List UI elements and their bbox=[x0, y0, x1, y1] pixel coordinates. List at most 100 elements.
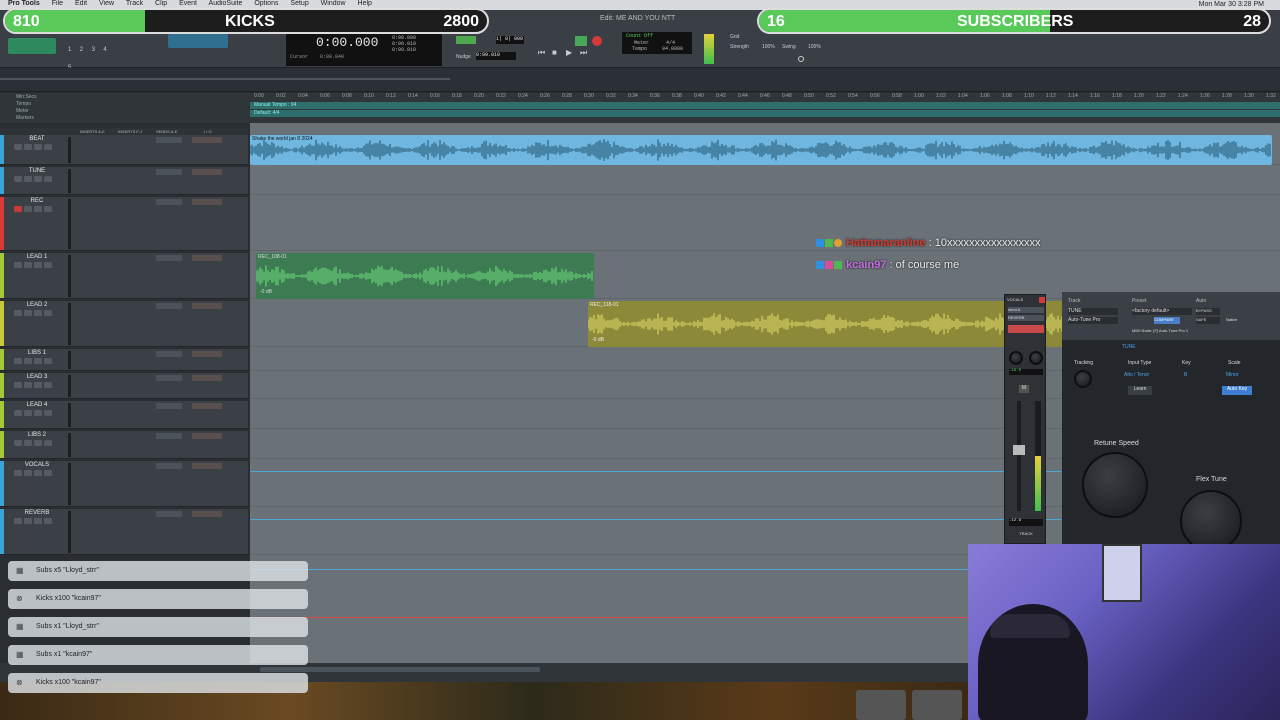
record-enable-button[interactable] bbox=[14, 144, 22, 150]
plugin-track-select[interactable]: TUNE bbox=[1068, 308, 1118, 315]
solo-button[interactable] bbox=[34, 262, 42, 268]
io-selector[interactable] bbox=[192, 463, 222, 469]
dock-music-icon[interactable] bbox=[856, 690, 906, 720]
clip-lead1[interactable]: REC_108-01 -0 dB bbox=[256, 253, 594, 299]
tracking-knob[interactable] bbox=[1074, 370, 1092, 388]
mixer-insert[interactable]: send A bbox=[1008, 307, 1044, 313]
universe-view[interactable] bbox=[0, 68, 1280, 92]
input-type-select[interactable]: Alto / Tenor bbox=[1124, 372, 1149, 378]
solo-button[interactable] bbox=[34, 176, 42, 182]
menu-help[interactable]: Help bbox=[358, 0, 372, 7]
track-header-reverb[interactable]: REVERB bbox=[0, 509, 248, 555]
mute-button[interactable] bbox=[44, 358, 52, 364]
mixer-safe-buttons[interactable] bbox=[1008, 325, 1044, 333]
auto-key-button[interactable]: Auto Key bbox=[1222, 386, 1252, 395]
menu-file[interactable]: File bbox=[52, 0, 63, 7]
tempo-ruler[interactable]: Manual Tempo : 94 bbox=[250, 102, 1280, 109]
mute-button[interactable] bbox=[44, 440, 52, 446]
input-monitor-button[interactable] bbox=[24, 410, 32, 416]
input-monitor-button[interactable] bbox=[24, 358, 32, 364]
menu-window[interactable]: Window bbox=[321, 0, 346, 7]
solo-button[interactable] bbox=[34, 310, 42, 316]
ruler-minsecs[interactable]: Min:Secs bbox=[16, 94, 37, 100]
tempo-value[interactable]: 94.0000 bbox=[662, 46, 683, 52]
scale-select[interactable]: Minor bbox=[1226, 372, 1239, 378]
mute-button[interactable] bbox=[44, 176, 52, 182]
mixer-send[interactable]: REVERB bbox=[1008, 315, 1044, 321]
mute-button[interactable] bbox=[44, 470, 52, 476]
bypass-button[interactable]: BYPASS bbox=[1196, 308, 1220, 315]
track-name[interactable]: LEAD 1 bbox=[14, 254, 60, 260]
pan-knob-right[interactable] bbox=[1029, 351, 1043, 365]
mute-button[interactable] bbox=[44, 144, 52, 150]
track-name[interactable]: BEAT bbox=[14, 136, 60, 142]
io-selector[interactable] bbox=[192, 351, 222, 357]
send-slot[interactable] bbox=[156, 137, 182, 143]
fader-handle[interactable] bbox=[1013, 445, 1025, 455]
send-slot[interactable] bbox=[156, 303, 182, 309]
input-monitor-button[interactable] bbox=[24, 176, 32, 182]
close-icon[interactable] bbox=[1039, 297, 1045, 303]
track-name[interactable]: LEAD 4 bbox=[14, 402, 60, 408]
strength-value[interactable]: 100% bbox=[762, 44, 775, 50]
input-monitor-button[interactable] bbox=[24, 144, 32, 150]
play-icon[interactable]: ▶ bbox=[566, 48, 572, 57]
pan-knob-left[interactable] bbox=[1009, 351, 1023, 365]
mute-button[interactable] bbox=[44, 382, 52, 388]
solo-button[interactable] bbox=[34, 382, 42, 388]
track-header-vocals[interactable]: VOCALS bbox=[0, 461, 248, 507]
zoom-preset-1[interactable]: 1 bbox=[68, 47, 71, 53]
record-enable-button[interactable] bbox=[14, 206, 22, 212]
edit-tools[interactable] bbox=[168, 34, 228, 48]
track-name[interactable]: VOCALS bbox=[14, 462, 60, 468]
record-button[interactable] bbox=[592, 36, 602, 46]
rewind-icon[interactable]: ⏮ bbox=[538, 48, 545, 58]
solo-button[interactable] bbox=[34, 144, 42, 150]
flex-tune-knob[interactable] bbox=[1180, 490, 1242, 552]
solo-button[interactable] bbox=[34, 206, 42, 212]
menu-clip[interactable]: Clip bbox=[155, 0, 167, 7]
io-selector[interactable] bbox=[192, 403, 222, 409]
record-enable-button[interactable] bbox=[14, 518, 22, 524]
record-enable-button[interactable] bbox=[14, 440, 22, 446]
send-slot[interactable] bbox=[156, 403, 182, 409]
track-header-beat[interactable]: BEAT bbox=[0, 135, 248, 165]
mute-button[interactable] bbox=[44, 206, 52, 212]
io-selector[interactable] bbox=[192, 303, 222, 309]
input-monitor-button[interactable] bbox=[24, 206, 32, 212]
meter-ruler[interactable]: Default: 4/4 bbox=[250, 110, 1280, 117]
menu-audiosuite[interactable]: AudioSuite bbox=[209, 0, 243, 7]
mute-button[interactable] bbox=[44, 310, 52, 316]
solo-button[interactable] bbox=[34, 410, 42, 416]
plugin-preset-select[interactable]: <factory default> bbox=[1132, 308, 1192, 315]
dock-app-icon[interactable] bbox=[912, 690, 962, 720]
input-monitor-button[interactable] bbox=[24, 518, 32, 524]
track-name[interactable]: LEAD 3 bbox=[14, 374, 60, 380]
ruler-meter[interactable]: Meter bbox=[16, 108, 29, 114]
io-selector[interactable] bbox=[192, 199, 222, 205]
send-slot[interactable] bbox=[156, 199, 182, 205]
record-enable-button[interactable] bbox=[14, 382, 22, 388]
timeline-rulers[interactable]: 0:00 0:02 0:04 0:06 0:08 0:10 0:12 0:14 0:16 0:18… bbox=[250, 93, 1280, 123]
zoom-preset-3[interactable]: 3 bbox=[92, 47, 95, 53]
send-slot[interactable] bbox=[156, 433, 182, 439]
stop-icon[interactable]: ■ bbox=[552, 48, 557, 57]
input-monitor-button[interactable] bbox=[24, 440, 32, 446]
bars-display[interactable]: 1| 0| 000 bbox=[496, 36, 524, 44]
io-selector[interactable] bbox=[192, 137, 222, 143]
send-slot[interactable] bbox=[156, 351, 182, 357]
record-enable-button[interactable] bbox=[14, 176, 22, 182]
count-off[interactable]: Count Off bbox=[626, 33, 653, 39]
input-monitor-button[interactable] bbox=[24, 470, 32, 476]
app-menu[interactable]: Pro Tools bbox=[8, 0, 40, 7]
minsecs-ruler[interactable]: 0:00 0:02 0:04 0:06 0:08 0:10 0:12 0:14 0:16 0:18… bbox=[250, 93, 1280, 100]
track-header-tune[interactable]: TUNE bbox=[0, 167, 248, 195]
io-selector[interactable] bbox=[192, 255, 222, 261]
track-header-lead-3[interactable]: LEAD 3 bbox=[0, 373, 248, 399]
solo-button[interactable] bbox=[34, 470, 42, 476]
plugin-name-select[interactable]: Auto-Tune Pro bbox=[1068, 317, 1118, 324]
zoom-preset-4[interactable]: 4 bbox=[103, 47, 106, 53]
safe-button[interactable]: SAFE bbox=[1196, 317, 1220, 324]
track-name[interactable]: LEAD 2 bbox=[14, 302, 60, 308]
mute-button[interactable] bbox=[44, 518, 52, 524]
